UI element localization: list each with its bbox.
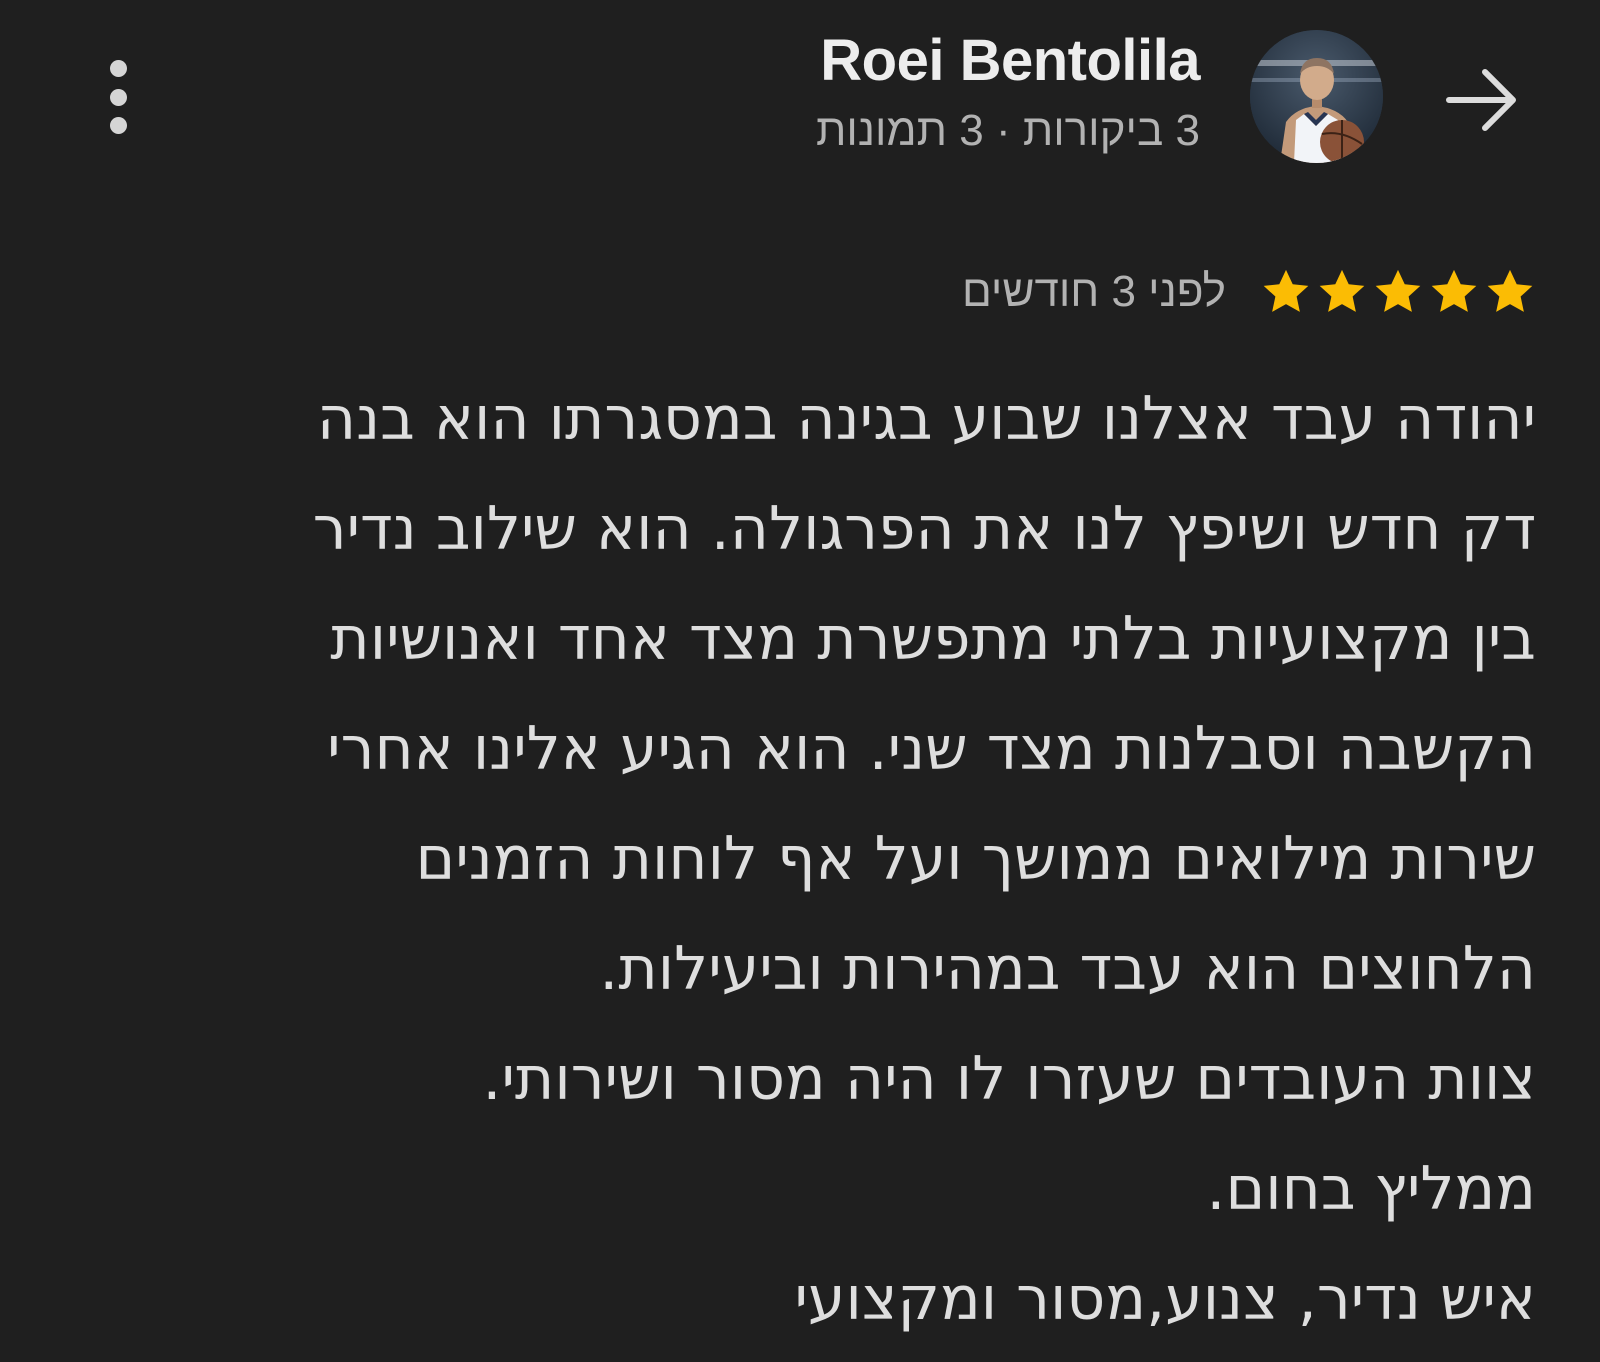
more-vert-icon-dot [109,60,127,77]
arrow-forward-icon [1446,69,1516,131]
reviewer-stats[interactable]: 3 ביקורות · 3 תמונות [816,104,1200,158]
review-line: צוות העובדים שעזרו לו היה מסור ושירותי. [482,1044,1536,1114]
more-vert-icon-dot [109,117,127,134]
review-line: שירות מילואים ממושך ועל אף לוחות הזמנים [415,824,1536,894]
rating-row: לפני 3 חודשים [962,262,1536,322]
reviewer-name[interactable]: Roei Bentolila [820,28,1200,94]
avatar-photo [1250,30,1383,163]
review-line: ממליץ בחום. [1206,1154,1536,1224]
star-icon [1375,269,1421,312]
avatar[interactable] [1250,30,1383,163]
star-rating [1256,266,1536,318]
back-button[interactable] [1445,60,1525,140]
star-icon [1487,269,1533,312]
review-line: דק חדש ושיפץ לנו את הפרגולה. הוא שילוב נ… [312,494,1536,564]
review-line: הלחוצים הוא עבד במהירות וביעילות. [599,934,1536,1004]
more-options-button[interactable] [96,60,140,134]
star-icon [1431,269,1477,312]
review-header: Roei Bentolila 3 ביקורות · 3 תמונות [0,0,1600,200]
more-vert-icon-dot [109,88,127,106]
star-icon [1263,269,1309,312]
review-line: איש נדיר, צנוע,מסור ומקצועי [794,1264,1536,1334]
review-line: בין מקצועיות בלתי מתפשרת מצד אחד ואנושיו… [330,604,1536,674]
review-time: לפני 3 חודשים [961,267,1226,316]
review-line: יהודה עבד אצלנו שבוע בגינה במסגרתו הוא ב… [316,384,1536,454]
review-text: יהודה עבד אצלנו שבוע בגינה במסגרתו הוא ב… [96,364,1536,1354]
star-icon [1319,269,1365,312]
review-line: הקשבה וסבלנות מצד שני. הוא הגיע אלינו אח… [327,714,1536,784]
